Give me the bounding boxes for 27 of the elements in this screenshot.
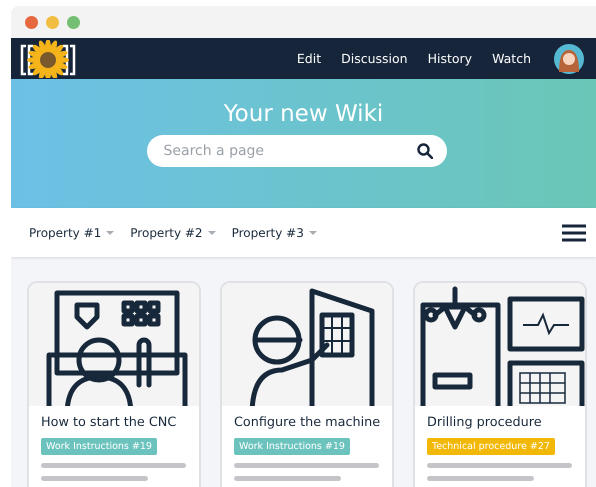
menu-icon[interactable] (561, 224, 587, 242)
close-window-dot[interactable] (25, 16, 38, 28)
caret-icon (308, 230, 317, 234)
nav-link[interactable]: Discussion (341, 51, 408, 66)
nav-link[interactable]: History (428, 51, 472, 66)
card-title[interactable]: Drilling procedure (427, 414, 573, 431)
minimize-window-dot[interactable] (46, 16, 59, 28)
hero-title: Your new Wiki (224, 101, 384, 127)
search-field[interactable]: Search a page (146, 135, 446, 167)
nav-link[interactable]: Edit (296, 51, 322, 66)
property-dropdown[interactable]: Property #2 (130, 226, 216, 240)
caret-icon (208, 230, 216, 234)
article-card[interactable]: Drilling procedure Technical procedure #27 (413, 281, 587, 487)
category-tag: Work Instructions #19 (41, 438, 157, 455)
card-title[interactable]: How to start the CNC (41, 414, 187, 431)
category-tag: Work Instructions #19 (234, 438, 350, 455)
article-card[interactable]: How to start the CNC Work Instructions #19 (27, 281, 201, 487)
nav-link[interactable]: Watch (492, 51, 531, 66)
caret-icon (106, 230, 114, 234)
property-dropdown[interactable]: Property #1 (29, 226, 114, 240)
article-card[interactable]: Configure the machine Work Instructions #19 (220, 281, 394, 487)
maximize-window-dot[interactable] (67, 16, 80, 28)
category-tag: Technical procedure #27 (427, 438, 555, 455)
property-dropdown[interactable]: Property #3 (232, 226, 317, 240)
avatar-icon[interactable] (554, 44, 584, 74)
search-icon[interactable] (416, 143, 432, 159)
card-title[interactable]: Configure the machine (234, 414, 380, 431)
